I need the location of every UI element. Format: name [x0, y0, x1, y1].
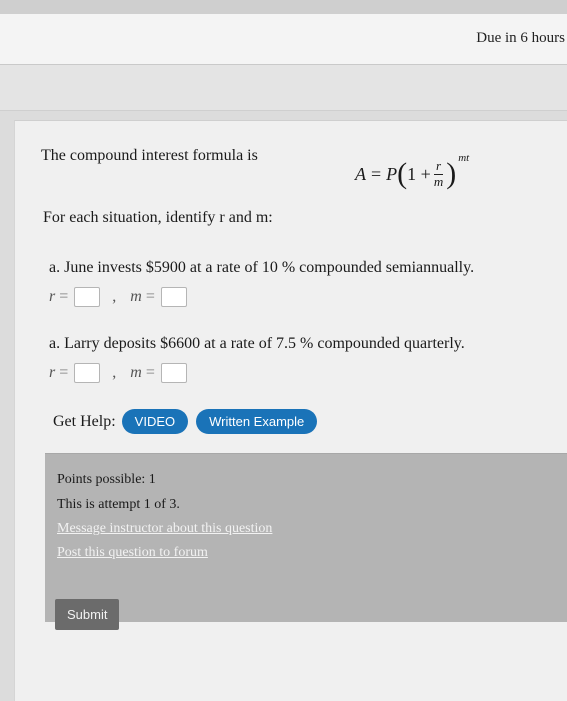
equals-sign: =: [59, 364, 69, 381]
post-to-forum-link[interactable]: Post this question to forum: [57, 545, 208, 561]
formula-numerator: r: [433, 158, 444, 175]
formula-open-paren: (: [397, 157, 408, 190]
get-help-label: Get Help:: [53, 412, 116, 430]
formula-p: P: [386, 163, 398, 184]
message-instructor-link[interactable]: Message instructor about this question: [57, 521, 272, 537]
formula-fraction: r m: [433, 158, 444, 189]
answer-row-1: r = , m =: [49, 287, 187, 307]
equals-sign: =: [145, 288, 155, 305]
compound-interest-formula: A = P ( 1 + r m ) mt: [355, 152, 469, 190]
question-card: The compound interest formula is A = P (…: [14, 120, 567, 701]
formula-one-plus: 1 +: [407, 163, 431, 184]
help-row: Get Help: VIDEO Written Example: [53, 409, 325, 434]
intro-text: The compound interest formula is: [41, 147, 258, 164]
formula-exponent: mt: [458, 152, 470, 164]
answer-row-2: r = , m =: [49, 363, 187, 383]
question-a-larry: a. Larry deposits $6600 at a rate of 7.5…: [49, 335, 465, 352]
r-label: r: [49, 364, 56, 381]
r-answer-input-2[interactable]: [74, 363, 101, 383]
video-button[interactable]: VIDEO: [121, 409, 189, 434]
m-answer-input-2[interactable]: [160, 363, 187, 383]
points-possible: Points possible: 1: [57, 472, 156, 487]
identify-instruction: For each situation, identify r and m:: [43, 209, 273, 226]
written-example-button[interactable]: Written Example: [196, 409, 318, 434]
m-label: m: [130, 364, 142, 381]
comma: ,: [112, 288, 117, 305]
m-label: m: [130, 288, 142, 305]
submit-button[interactable]: Submit: [55, 599, 120, 630]
r-label: r: [49, 288, 56, 305]
divider-band: [0, 65, 567, 111]
formula-close-paren: ): [446, 157, 457, 190]
equals-sign: =: [59, 288, 69, 305]
attempt-count: This is attempt 1 of 3.: [57, 497, 180, 512]
question-a-june: a. June invests $5900 at a rate of 10 % …: [49, 259, 475, 276]
formula-equals: =: [371, 163, 382, 184]
formula-lhs: A: [355, 163, 366, 184]
m-answer-input-1[interactable]: [160, 287, 187, 307]
r-answer-input-1[interactable]: [74, 287, 101, 307]
header-bar: Due in 6 hours: [0, 14, 567, 65]
equals-sign: =: [145, 364, 155, 381]
formula-denominator: m: [433, 173, 444, 189]
question-info-box: Points possible: 1 This is attempt 1 of …: [45, 453, 567, 630]
due-indicator: Due in 6 hours: [476, 30, 565, 46]
top-strip: [0, 0, 567, 14]
comma: ,: [112, 364, 117, 381]
